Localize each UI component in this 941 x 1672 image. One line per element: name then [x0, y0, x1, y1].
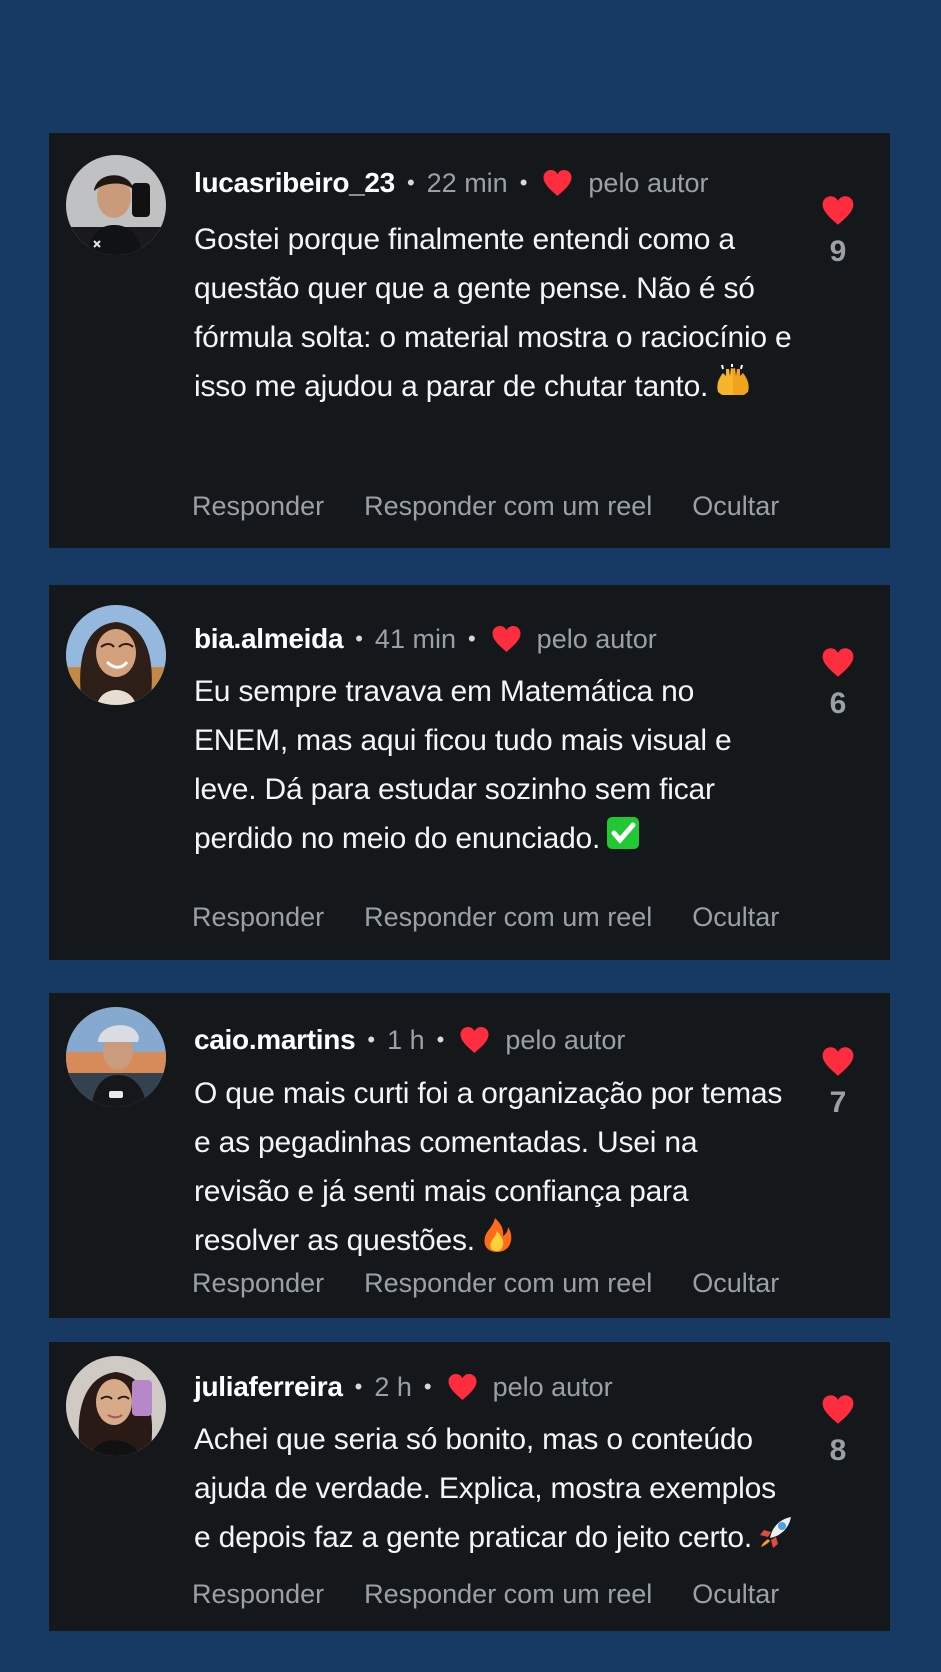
like-button[interactable]: 9: [819, 194, 857, 268]
comment-text: Gostei porque finalmente entendi como a …: [194, 215, 794, 413]
heart-icon: [822, 1395, 854, 1424]
reply-button[interactable]: Responder: [192, 901, 324, 933]
comment-time: 1 h: [387, 1025, 425, 1055]
author-like-label: pelo autor: [588, 168, 709, 198]
author-heart-icon: [543, 170, 572, 196]
author-like-label: pelo autor: [536, 624, 657, 654]
username[interactable]: juliaferreira: [194, 1371, 343, 1403]
fire-icon: [481, 1217, 513, 1268]
comment-actions: Responder Responder com um reel Ocultar: [192, 1578, 779, 1610]
comment-card: bia.almeida • 41 min • pelo autor Eu sem…: [49, 585, 890, 960]
like-button[interactable]: 6: [819, 646, 857, 720]
like-button[interactable]: 7: [819, 1045, 857, 1119]
author-like-label: pelo autor: [505, 1025, 626, 1055]
separator-dot: •: [423, 1374, 432, 1399]
author-heart-icon: [460, 1027, 489, 1053]
hide-button[interactable]: Ocultar: [692, 490, 779, 522]
separator-dot: •: [354, 1374, 363, 1399]
comment-actions: Responder Responder com um reel Ocultar: [192, 901, 779, 933]
separator-dot: •: [355, 626, 363, 651]
like-button[interactable]: 8: [819, 1393, 857, 1467]
comment-time: 2 h: [374, 1372, 412, 1402]
like-count: 8: [829, 1434, 847, 1467]
author-like-label: pelo autor: [492, 1372, 613, 1402]
reply-with-reel-button[interactable]: Responder com um reel: [364, 1578, 652, 1610]
hide-button[interactable]: Ocultar: [692, 1578, 779, 1610]
comment-time: 41 min: [374, 624, 456, 654]
comment-actions: Responder Responder com um reel Ocultar: [192, 1267, 779, 1299]
comment-time: 22 min: [426, 168, 508, 198]
separator-dot: •: [467, 626, 476, 651]
reply-button[interactable]: Responder: [192, 1578, 324, 1610]
reply-with-reel-button[interactable]: Responder com um reel: [364, 490, 652, 522]
like-count: 9: [829, 235, 847, 268]
separator-dot: •: [406, 170, 415, 195]
comment-actions: Responder Responder com um reel Ocultar: [192, 490, 779, 522]
comment-card: juliaferreira • 2 h • pelo autor Achei q…: [49, 1342, 890, 1631]
avatar[interactable]: [66, 155, 166, 255]
heart-icon: [822, 648, 854, 677]
comment-text: O que mais curti foi a organização por t…: [194, 1069, 794, 1268]
username[interactable]: lucasribeiro_23: [194, 167, 395, 199]
reply-with-reel-button[interactable]: Responder com um reel: [364, 1267, 652, 1299]
separator-dot: •: [519, 170, 528, 195]
reply-button[interactable]: Responder: [192, 490, 324, 522]
avatar[interactable]: [66, 1356, 166, 1456]
hide-button[interactable]: Ocultar: [692, 901, 779, 933]
check-mark-icon: [606, 816, 640, 865]
heart-icon: [822, 1047, 854, 1076]
comment-card: caio.martins • 1 h • pelo autor O que ma…: [49, 993, 890, 1318]
heart-icon: [822, 196, 854, 225]
like-count: 7: [829, 1086, 847, 1119]
reply-button[interactable]: Responder: [192, 1267, 324, 1299]
like-count: 6: [829, 687, 847, 720]
rocket-icon: [758, 1514, 794, 1565]
comment-card: lucasribeiro_23 • 22 min • pelo autor Go…: [49, 133, 890, 548]
author-heart-icon: [492, 626, 521, 652]
author-heart-icon: [448, 1374, 477, 1400]
separator-dot: •: [436, 1027, 445, 1052]
username[interactable]: caio.martins: [194, 1024, 356, 1056]
reply-with-reel-button[interactable]: Responder com um reel: [364, 901, 652, 933]
raising-hands-icon: [714, 363, 752, 413]
username[interactable]: bia.almeida: [194, 623, 344, 655]
separator-dot: •: [367, 1027, 376, 1052]
comment-text: Eu sempre travava em Matemática no ENEM,…: [194, 667, 794, 865]
comment-text: Achei que seria só bonito, mas o conteúd…: [194, 1415, 794, 1565]
avatar[interactable]: [66, 1007, 166, 1107]
avatar[interactable]: [66, 605, 166, 705]
hide-button[interactable]: Ocultar: [692, 1267, 779, 1299]
